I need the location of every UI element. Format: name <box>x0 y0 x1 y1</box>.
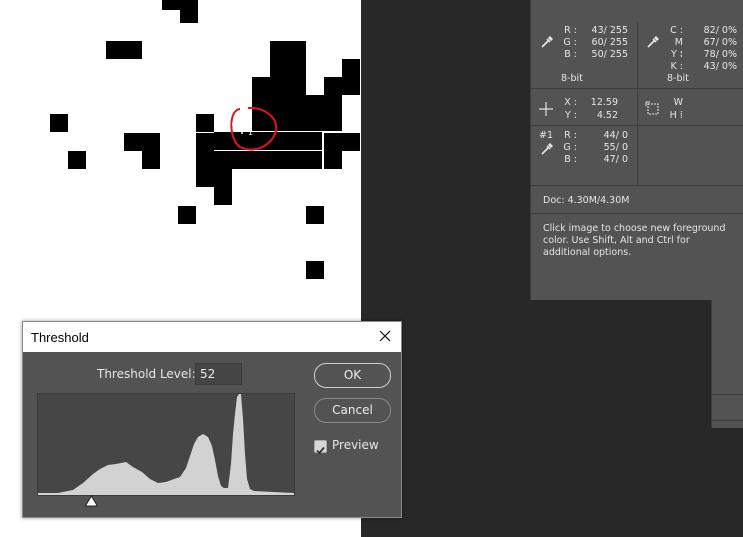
size-h-label: H : <box>669 110 683 121</box>
info-panel: R : G : B : 43/ 255 60/ 255 50/ 255 8-bi… <box>530 0 743 300</box>
eyedropper-icon[interactable] <box>539 141 555 157</box>
cancel-button[interactable]: Cancel <box>314 398 391 423</box>
cursor-sample-number: 1 <box>248 128 253 137</box>
threshold-slider[interactable] <box>37 494 295 508</box>
selection-size-icon <box>645 101 659 115</box>
cmyk-y-label: Y : <box>670 49 683 60</box>
cmyk-k-value: 43/ 0% <box>703 61 737 72</box>
close-icon[interactable] <box>377 328 393 344</box>
sampler-b-value: 47/ 0 <box>603 154 628 165</box>
rgb-r-label: R : <box>564 25 577 36</box>
slider-handle[interactable] <box>84 495 99 507</box>
ok-button[interactable]: OK <box>314 363 391 388</box>
sampler-r-value: 44/ 0 <box>603 130 628 141</box>
rgb-b-value: 50/ 255 <box>591 49 628 60</box>
rgb-g-value: 60/ 255 <box>591 37 628 48</box>
sampler-r-label: R : <box>564 130 577 141</box>
help-text: Click image to choose new foreground col… <box>543 223 726 258</box>
eyedropper-icon[interactable] <box>645 34 661 50</box>
rgb-r-value: 43/ 255 <box>591 25 628 36</box>
rgb-b-label: B : <box>564 49 577 60</box>
cmyk-m-value: 67/ 0% <box>703 37 737 48</box>
pos-x-label: X : <box>564 97 577 108</box>
histogram-shape <box>38 394 294 495</box>
pos-y-label: Y : <box>564 110 577 121</box>
rgb-bit-depth: 8-bit <box>561 73 583 84</box>
pos-y-value: 4.52 <box>596 110 618 121</box>
pos-x-value: 12.59 <box>590 97 618 108</box>
cmyk-c-value: 82/ 0% <box>703 25 737 36</box>
histogram <box>37 393 295 496</box>
checkmark-icon <box>316 446 325 455</box>
cmyk-y-value: 78/ 0% <box>703 49 737 60</box>
preview-checkbox[interactable] <box>314 440 327 455</box>
sampler-id: #1 <box>539 130 554 141</box>
histogram-graph <box>38 394 294 495</box>
cmyk-k-label: K : <box>670 61 683 72</box>
sampler-g-value: 55/ 0 <box>603 142 628 153</box>
threshold-level-label: Threshold Level: <box>97 367 196 381</box>
eyedropper-icon[interactable] <box>539 34 555 50</box>
threshold-level-input[interactable] <box>195 363 242 385</box>
preview-label: Preview <box>332 438 379 452</box>
dialog-title: Threshold <box>31 330 89 345</box>
cmyk-c-label: C : <box>670 25 683 36</box>
sampler-g-label: G : <box>563 142 577 153</box>
dialog-titlebar[interactable]: Threshold <box>23 322 401 352</box>
sampler-b-label: B : <box>564 154 577 165</box>
background-panel-edge <box>711 300 743 428</box>
red-circle-annotation <box>230 106 278 151</box>
threshold-dialog: Threshold Threshold Level: OK Cancel Pre… <box>22 321 402 518</box>
rgb-g-label: G : <box>563 37 577 48</box>
crosshair-icon <box>539 102 553 116</box>
cmyk-bit-depth: 8-bit <box>667 73 689 84</box>
doc-size: Doc: 4.30M/4.30M <box>543 195 630 206</box>
